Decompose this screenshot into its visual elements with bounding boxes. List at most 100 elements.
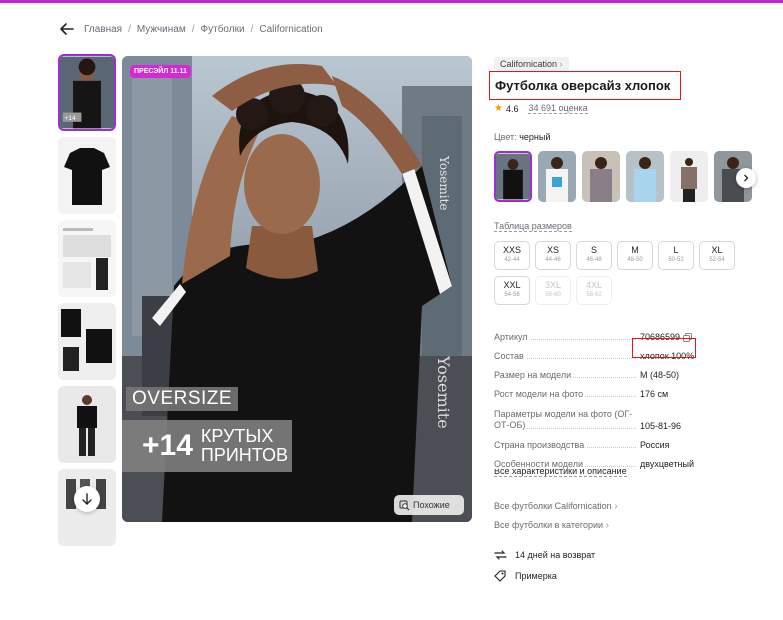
return-policy: 14 дней на возврат bbox=[494, 549, 595, 561]
prints-promo: +14 КРУТЫХ ПРИНТОВ bbox=[122, 420, 292, 472]
breadcrumb-separator: / bbox=[191, 23, 195, 35]
all-brand-tshirts-link[interactable]: Все футболки Californication bbox=[494, 501, 618, 512]
color-label: Цвет: черный bbox=[494, 132, 550, 142]
color-swatches bbox=[494, 151, 752, 202]
prints-line-1: КРУТЫХ bbox=[200, 426, 274, 446]
thumbnail-2[interactable] bbox=[58, 137, 116, 214]
breadcrumb-brand[interactable]: Californication bbox=[259, 24, 322, 35]
size-option[interactable]: M 48-50 bbox=[617, 241, 653, 270]
color-swatch-brown[interactable] bbox=[670, 151, 708, 202]
size-range: 58-62 bbox=[586, 292, 602, 298]
spec-value: Россия bbox=[640, 440, 670, 450]
spec-key: Артикул bbox=[494, 332, 530, 342]
spec-row: Рост модели на фото 176 см bbox=[494, 380, 704, 399]
spec-key: Страна производства bbox=[494, 440, 587, 450]
color-swatch-blue[interactable] bbox=[626, 151, 664, 202]
brand-name: Californication bbox=[500, 59, 558, 69]
size-option-unavailable[interactable]: 4XL 58-62 bbox=[576, 276, 612, 305]
arrow-down-icon bbox=[82, 493, 92, 505]
similar-button[interactable]: Похожие bbox=[394, 495, 464, 515]
gallery-thumbnails: +14 bbox=[58, 54, 118, 552]
breadcrumb-home[interactable]: Главная bbox=[84, 24, 122, 35]
thumbnail-4[interactable] bbox=[58, 303, 116, 380]
size-option-unavailable[interactable]: 3XL 56-60 bbox=[535, 276, 571, 305]
similar-label: Похожие bbox=[413, 500, 450, 510]
size-name: XXS bbox=[502, 245, 521, 255]
breadcrumb-tshirts[interactable]: Футболки bbox=[201, 24, 245, 35]
spec-value: двухцветный bbox=[640, 459, 694, 469]
size-range: 50-52 bbox=[668, 257, 684, 263]
star-icon: ★ bbox=[494, 103, 503, 114]
thumbnail-3[interactable] bbox=[58, 220, 116, 297]
breadcrumb-men[interactable]: Мужчинам bbox=[137, 24, 186, 35]
size-name: S bbox=[590, 245, 597, 255]
return-policy-text: 14 дней на возврат bbox=[515, 550, 596, 560]
svg-text:Yosemite: Yosemite bbox=[437, 155, 451, 211]
spec-key: Рост модели на фото bbox=[494, 389, 586, 399]
svg-text:Yosemite: Yosemite bbox=[434, 355, 453, 429]
product-rating: ★ 4.6 34 691 оценка bbox=[494, 103, 588, 114]
oversize-label: OVERSIZE bbox=[126, 387, 239, 411]
size-name: XS bbox=[546, 245, 559, 255]
presale-badge: ПРЕСЭЙЛ 11.11 bbox=[130, 65, 191, 78]
prints-line-2: ПРИНТОВ bbox=[200, 445, 288, 465]
return-arrows-icon bbox=[494, 550, 507, 560]
similar-search-icon bbox=[399, 500, 410, 510]
main-product-photo[interactable]: Yosemite Yosemite ПРЕСЭЙЛ 11.11 OVERSIZE… bbox=[122, 56, 472, 522]
tag-icon bbox=[494, 570, 506, 582]
reviews-link[interactable]: 34 691 оценка bbox=[528, 103, 588, 114]
prints-count: +14 bbox=[142, 429, 193, 462]
product-title: Футболка оверсайз хлопок bbox=[495, 78, 671, 93]
scroll-down-button[interactable] bbox=[74, 486, 100, 512]
chevron-right-icon bbox=[744, 174, 749, 182]
size-option[interactable]: XXS 42-44 bbox=[494, 241, 530, 270]
thumbnail-5[interactable] bbox=[58, 386, 116, 463]
size-option[interactable]: S 46-48 bbox=[576, 241, 612, 270]
thumbnail-badge: +14 bbox=[65, 115, 76, 122]
size-range: 56-60 bbox=[545, 292, 561, 298]
fitting-text: Примерка bbox=[515, 571, 557, 581]
fitting-option: Примерка bbox=[494, 570, 557, 582]
color-label-text: Цвет: bbox=[494, 132, 517, 142]
spec-row: Размер на модели M (48-50) bbox=[494, 361, 704, 380]
rating-value: 4.6 bbox=[505, 103, 519, 114]
color-value: черный bbox=[519, 132, 551, 142]
spec-row: Параметры модели на фото (ОГ-ОТ-ОБ) 105-8… bbox=[494, 399, 704, 431]
colors-next-button[interactable] bbox=[736, 168, 756, 188]
spec-row: Страна производства Россия bbox=[494, 431, 704, 450]
size-name: M bbox=[631, 245, 639, 255]
size-name: 4XL bbox=[585, 280, 602, 290]
spec-key: Состав bbox=[494, 351, 526, 361]
breadcrumb-separator: / bbox=[250, 23, 254, 35]
spec-key: Размер на модели bbox=[494, 370, 574, 380]
size-selector: XXS 42-44 XS 44-46 S 46-48 M 48-50 L 50-52 XL… bbox=[494, 241, 774, 305]
size-name: L bbox=[673, 245, 679, 255]
size-table-link[interactable]: Таблица размеров bbox=[494, 221, 572, 232]
size-name: 3XL bbox=[544, 280, 561, 290]
spec-value: 105-81-96 bbox=[640, 421, 682, 431]
size-option[interactable]: L 50-52 bbox=[658, 241, 694, 270]
top-accent-line bbox=[0, 0, 783, 3]
color-swatch-grey[interactable] bbox=[582, 151, 620, 202]
color-swatch-black[interactable] bbox=[494, 151, 532, 202]
size-option[interactable]: XL 52-54 bbox=[699, 241, 735, 270]
brand-link[interactable]: Californication › bbox=[494, 57, 569, 71]
size-range: 48-50 bbox=[627, 257, 643, 263]
size-name: XL bbox=[711, 245, 723, 255]
size-name: XXL bbox=[503, 280, 521, 290]
spec-value: M (48-50) bbox=[640, 370, 680, 380]
composition-highlight-box bbox=[632, 338, 696, 358]
color-swatch-white[interactable] bbox=[538, 151, 576, 202]
spec-value: 176 см bbox=[640, 389, 669, 399]
prints-text: КРУТЫХ ПРИНТОВ bbox=[201, 427, 288, 465]
size-range: 52-54 bbox=[709, 257, 725, 263]
size-option[interactable]: XXL 54-56 bbox=[494, 276, 530, 305]
spec-key: Параметры модели на фото (ОГ-ОТ-ОБ) bbox=[494, 409, 633, 430]
back-arrow-icon[interactable] bbox=[58, 20, 76, 38]
size-range: 46-48 bbox=[586, 257, 602, 263]
size-range: 54-56 bbox=[504, 292, 520, 298]
thumbnail-1[interactable]: +14 bbox=[58, 54, 116, 131]
size-option[interactable]: XS 44-46 bbox=[535, 241, 571, 270]
all-category-tshirts-link[interactable]: Все футболки в категории bbox=[494, 520, 609, 531]
size-range: 44-46 bbox=[545, 257, 561, 263]
